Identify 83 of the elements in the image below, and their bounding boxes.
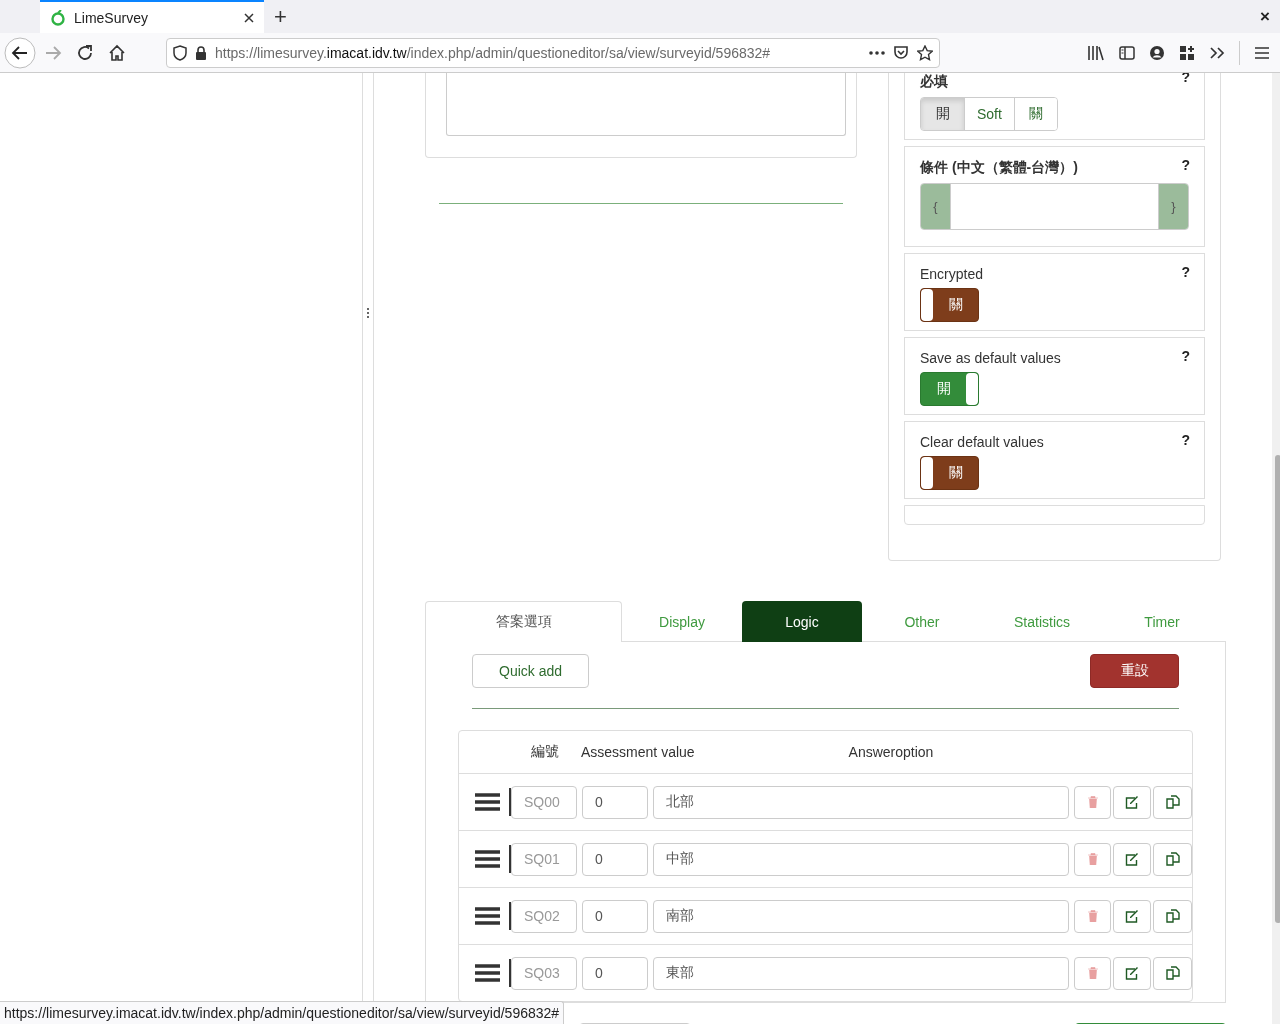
tab-title: LimeSurvey [74, 9, 149, 26]
status-url: https://limesurvey.imacat.idv.tw/index.php/admin/questioneditor/sa/view/surveyid/596832# [0, 1001, 565, 1024]
assessment-field[interactable]: 0 [582, 785, 648, 819]
shield-icon [173, 44, 187, 61]
tab[interactable]: Display [622, 601, 742, 642]
more-icon[interactable] [869, 50, 885, 55]
setting-label: 必填 [920, 73, 948, 91]
close-brace-addon: } [1159, 184, 1188, 229]
answer-field[interactable]: 北部 [653, 785, 1069, 819]
condition-field[interactable]: { } [920, 183, 1189, 230]
trash-icon [1087, 796, 1098, 808]
copy-icon [1165, 795, 1180, 809]
extensions-icon[interactable] [1179, 44, 1195, 61]
toggle-switch[interactable]: 關 [920, 456, 979, 490]
copy-icon [1165, 966, 1180, 980]
setting-label: Encrypted [920, 266, 984, 282]
drag-handle-icon[interactable] [475, 906, 500, 926]
trash-icon [1087, 853, 1098, 865]
setting-label: Clear default values [920, 434, 1044, 450]
toggle-switch[interactable]: 開 [920, 372, 979, 406]
setting-label: 條件 (中文（繁體-台灣）) [920, 159, 1078, 177]
help-mark[interactable]: ? [1181, 157, 1190, 173]
url-field[interactable]: https://limesurvey.imacat.idv.tw/index.php/admin/questioneditor/sa/view/surveyid/596832# [166, 37, 940, 68]
account-icon[interactable] [1149, 44, 1165, 61]
segment-option[interactable]: 開 [921, 98, 964, 130]
reset-button[interactable]: 重設 [1090, 654, 1179, 688]
close-window-button[interactable]: × [1260, 6, 1270, 27]
copy-icon [1165, 909, 1180, 923]
assessment-field[interactable]: 0 [582, 956, 648, 990]
tab[interactable]: Other [862, 601, 982, 642]
trash-icon [1087, 910, 1098, 922]
column-header: 編號 [530, 743, 559, 761]
reload-icon[interactable] [76, 43, 94, 62]
close-icon[interactable] [244, 13, 254, 23]
menu-icon[interactable] [1254, 45, 1270, 60]
edit-button[interactable] [1113, 842, 1151, 876]
new-tab-button[interactable]: + [274, 3, 287, 30]
help-mark[interactable]: ? [1181, 348, 1190, 364]
assessment-field[interactable]: 0 [582, 842, 648, 876]
column-header: Answeroption [847, 744, 935, 760]
edit-button[interactable] [1113, 785, 1151, 819]
help-mark[interactable]: ? [1181, 432, 1190, 448]
copy-button[interactable] [1153, 785, 1192, 819]
edit-icon [1125, 795, 1139, 809]
copy-button[interactable] [1153, 842, 1192, 876]
column-header: Assessment value [580, 744, 696, 760]
edit-button[interactable] [1113, 899, 1151, 933]
overflow-icon[interactable] [1209, 45, 1225, 60]
answer-field[interactable]: 南部 [653, 899, 1069, 933]
tab[interactable]: 答案選項 [425, 601, 622, 642]
star-icon[interactable] [917, 44, 933, 61]
copy-icon [1165, 852, 1180, 866]
answer-field[interactable]: 東部 [653, 956, 1069, 990]
tab[interactable]: Statistics [982, 601, 1102, 642]
lock-icon [195, 45, 207, 60]
edit-icon [1125, 852, 1139, 866]
open-brace-addon: { [921, 184, 950, 229]
toggle-switch[interactable]: 關 [920, 288, 979, 322]
segment-option[interactable]: 關 [1013, 98, 1057, 130]
drag-handle-icon[interactable] [475, 963, 500, 983]
trash-icon [1087, 967, 1098, 979]
help-mark[interactable]: ? [1181, 264, 1190, 280]
tab[interactable]: Logic [742, 601, 862, 642]
drag-handle-icon[interactable] [367, 308, 369, 318]
copy-button[interactable] [1153, 899, 1192, 933]
drag-handle-icon[interactable] [475, 849, 500, 869]
edit-icon [1125, 966, 1139, 980]
home-icon[interactable] [108, 43, 126, 62]
assessment-field[interactable]: 0 [582, 899, 648, 933]
lime-logo-icon [50, 9, 66, 26]
tab[interactable]: Timer [1102, 601, 1222, 642]
quick-add-button[interactable]: Quick add [472, 654, 590, 688]
pocket-icon[interactable] [893, 44, 909, 61]
setting-label: Save as default values [920, 350, 1061, 366]
back-icon[interactable] [4, 36, 36, 69]
edit-icon [1125, 909, 1139, 923]
edit-button[interactable] [1113, 956, 1151, 990]
drag-handle-icon[interactable] [475, 792, 500, 812]
help-mark[interactable]: ? [1181, 73, 1190, 85]
sidebar-icon[interactable] [1119, 44, 1135, 61]
copy-button[interactable] [1153, 956, 1192, 990]
answer-field[interactable]: 中部 [653, 842, 1069, 876]
library-icon[interactable] [1087, 44, 1105, 61]
